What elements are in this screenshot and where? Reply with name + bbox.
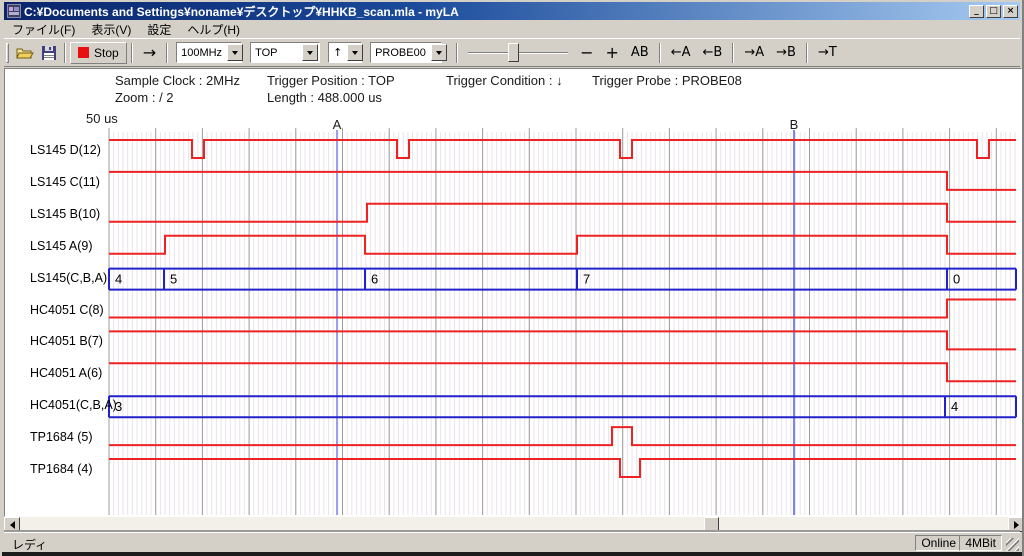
right-arrow-icon [1014,521,1019,529]
resize-grip-icon[interactable] [1006,538,1019,551]
status-memory-badge: 4MBit [959,535,1002,551]
scroll-left-button[interactable] [4,517,20,532]
channel-label: HC4051 A(6) [30,366,102,380]
scrollbar-thumb[interactable] [704,517,719,532]
channel-label: LS145 A(9) [30,239,93,253]
status-ready-text: レディ [12,536,47,553]
marker-label-a: A [333,117,342,132]
channel-label: LS145(C,B,A) [30,271,107,285]
channel-label: HC4051 C(8) [30,303,104,317]
channel-label: TP1684 (4) [30,462,93,476]
left-arrow-icon [10,521,15,529]
status-bar: レディ Online 4MBit [4,532,1020,552]
waveform-svg: 4567034 [2,0,1024,556]
bus-value: 4 [951,399,958,414]
channel-label: TP1684 (5) [30,430,93,444]
channel-label: LS145 C(11) [30,175,100,189]
app-window: C:¥Documents and Settings¥noname¥デスクトップ¥… [0,0,1024,556]
channel-label: HC4051 B(7) [30,334,103,348]
bus-value: 4 [115,272,122,287]
channel-label: LS145 B(10) [30,207,100,221]
bus-value: 0 [953,272,960,287]
channel-label: HC4051(C,B,A) [30,398,117,412]
window-bottom-edge [2,552,1024,556]
marker-label-b: B [790,117,799,132]
status-online-badge: Online [915,535,962,551]
bus-value: 7 [583,272,590,287]
horizontal-scrollbar[interactable] [4,517,1024,532]
bus-value: 6 [371,272,378,287]
bus-value: 5 [170,272,177,287]
channel-label: LS145 D(12) [30,143,101,157]
scroll-right-button[interactable] [1008,517,1024,532]
